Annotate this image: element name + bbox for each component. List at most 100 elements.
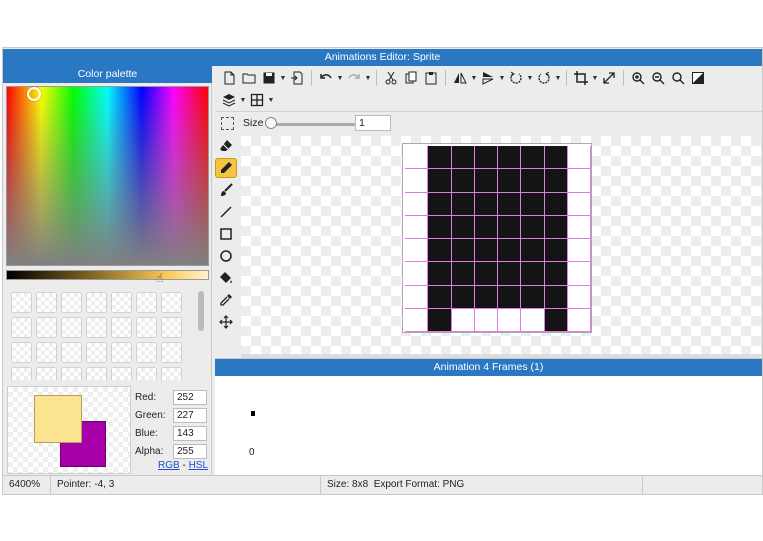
pixel-cell[interactable] bbox=[451, 146, 475, 170]
open-folder-icon[interactable] bbox=[239, 68, 259, 88]
green-field[interactable]: 227 bbox=[173, 407, 207, 423]
pixel-cell[interactable] bbox=[544, 262, 568, 286]
pixel-cell[interactable] bbox=[451, 169, 475, 193]
pixel-cell[interactable] bbox=[405, 285, 429, 309]
resize-icon[interactable] bbox=[599, 68, 619, 88]
hsl-mode-link[interactable]: HSL bbox=[189, 460, 208, 471]
copy-icon[interactable] bbox=[401, 68, 421, 88]
brush-icon[interactable] bbox=[215, 180, 237, 200]
palette-swatch[interactable] bbox=[36, 367, 57, 380]
pixel-cell[interactable] bbox=[474, 169, 498, 193]
alpha-field[interactable]: 255 bbox=[173, 443, 207, 459]
pixel-cell[interactable] bbox=[428, 215, 452, 239]
palette-swatch[interactable] bbox=[111, 292, 132, 313]
palette-swatch[interactable] bbox=[161, 342, 182, 363]
rotate-right-icon[interactable] bbox=[534, 68, 554, 88]
pixel-cell[interactable] bbox=[474, 192, 498, 216]
pixel-cell[interactable] bbox=[567, 169, 591, 193]
undo-icon[interactable] bbox=[316, 68, 336, 88]
pixel-cell[interactable] bbox=[405, 192, 429, 216]
pixel-cell[interactable] bbox=[498, 285, 522, 309]
pixel-cell[interactable] bbox=[521, 285, 545, 309]
blue-field[interactable]: 143 bbox=[173, 425, 207, 441]
pixel-cell[interactable] bbox=[544, 146, 568, 170]
pixel-cell[interactable] bbox=[521, 215, 545, 239]
pixel-cell[interactable] bbox=[474, 239, 498, 263]
pixel-cell[interactable] bbox=[474, 146, 498, 170]
layers-icon[interactable] bbox=[219, 90, 239, 110]
redo-icon[interactable] bbox=[344, 68, 364, 88]
rotate-left-dropdown-caret[interactable]: ▼ bbox=[526, 75, 534, 82]
drawing-canvas-area[interactable] bbox=[241, 136, 761, 354]
pixel-cell[interactable] bbox=[405, 146, 429, 170]
pixel-cell[interactable] bbox=[405, 308, 429, 332]
rotate-right-dropdown-caret[interactable]: ▼ bbox=[554, 75, 562, 82]
pixel-cell[interactable] bbox=[544, 285, 568, 309]
pixel-cell[interactable] bbox=[567, 262, 591, 286]
frame-thumbnail[interactable] bbox=[251, 411, 255, 416]
pixel-cell[interactable] bbox=[544, 239, 568, 263]
pixel-cell[interactable] bbox=[567, 239, 591, 263]
palette-swatch[interactable] bbox=[161, 292, 182, 313]
pixel-cell[interactable] bbox=[451, 215, 475, 239]
zoom-fit-icon[interactable] bbox=[668, 68, 688, 88]
palette-swatch[interactable] bbox=[36, 317, 57, 338]
palette-swatch[interactable] bbox=[36, 292, 57, 313]
pixel-cell[interactable] bbox=[428, 285, 452, 309]
export-icon[interactable] bbox=[287, 68, 307, 88]
save-dropdown-caret[interactable]: ▼ bbox=[279, 75, 287, 82]
pixel-cell[interactable] bbox=[428, 308, 452, 332]
pixel-cell[interactable] bbox=[567, 285, 591, 309]
pixel-cell[interactable] bbox=[405, 239, 429, 263]
save-icon[interactable] bbox=[259, 68, 279, 88]
pixel-cell[interactable] bbox=[474, 262, 498, 286]
zoom-out-icon[interactable] bbox=[648, 68, 668, 88]
palette-swatch[interactable] bbox=[111, 317, 132, 338]
palette-swatch[interactable] bbox=[61, 342, 82, 363]
eraser-icon[interactable] bbox=[215, 136, 237, 156]
flip-h-dropdown-caret[interactable]: ▼ bbox=[470, 75, 478, 82]
flip-vertical-icon[interactable] bbox=[478, 68, 498, 88]
pixel-cell[interactable] bbox=[428, 262, 452, 286]
palette-swatch[interactable] bbox=[11, 367, 32, 380]
pixel-cell[interactable] bbox=[474, 285, 498, 309]
palette-swatch[interactable] bbox=[136, 317, 157, 338]
palette-swatch[interactable] bbox=[111, 367, 132, 380]
pixel-cell[interactable] bbox=[451, 192, 475, 216]
crop-dropdown-caret[interactable]: ▼ bbox=[591, 75, 599, 82]
primary-color-swatch[interactable] bbox=[34, 395, 82, 443]
fill-bucket-icon[interactable] bbox=[215, 268, 237, 288]
palette-swatch[interactable] bbox=[111, 342, 132, 363]
red-field[interactable]: 252 bbox=[173, 389, 207, 405]
palette-swatch[interactable] bbox=[11, 292, 32, 313]
pixel-cell[interactable] bbox=[451, 308, 475, 332]
pixel-grid[interactable] bbox=[405, 146, 591, 332]
undo-dropdown-caret[interactable]: ▼ bbox=[336, 75, 344, 82]
palette-swatch[interactable] bbox=[86, 342, 107, 363]
palette-swatch[interactable] bbox=[36, 342, 57, 363]
pixel-cell[interactable] bbox=[451, 285, 475, 309]
palette-swatch[interactable] bbox=[136, 292, 157, 313]
pixel-cell[interactable] bbox=[474, 308, 498, 332]
pixel-cell[interactable] bbox=[405, 169, 429, 193]
zoom-in-icon[interactable] bbox=[628, 68, 648, 88]
pixel-cell[interactable] bbox=[498, 192, 522, 216]
pixel-cell[interactable] bbox=[428, 146, 452, 170]
rotate-left-icon[interactable] bbox=[506, 68, 526, 88]
color-spectrum[interactable] bbox=[6, 86, 209, 266]
flip-horizontal-icon[interactable] bbox=[450, 68, 470, 88]
pixel-cell[interactable] bbox=[405, 262, 429, 286]
pixel-cell[interactable] bbox=[428, 169, 452, 193]
rectangle-icon[interactable] bbox=[215, 224, 237, 244]
pixel-cell[interactable] bbox=[567, 146, 591, 170]
grid-dropdown-caret[interactable]: ▼ bbox=[267, 97, 275, 104]
pixel-cell[interactable] bbox=[544, 215, 568, 239]
size-slider-track[interactable] bbox=[265, 123, 355, 126]
layers-dropdown-caret[interactable]: ▼ bbox=[239, 97, 247, 104]
rgb-mode-link[interactable]: RGB bbox=[158, 460, 180, 471]
selection-icon[interactable] bbox=[221, 117, 234, 130]
size-slider-handle[interactable] bbox=[265, 117, 277, 129]
ellipse-icon[interactable] bbox=[215, 246, 237, 266]
palette-swatch[interactable] bbox=[161, 317, 182, 338]
grid-icon[interactable] bbox=[247, 90, 267, 110]
